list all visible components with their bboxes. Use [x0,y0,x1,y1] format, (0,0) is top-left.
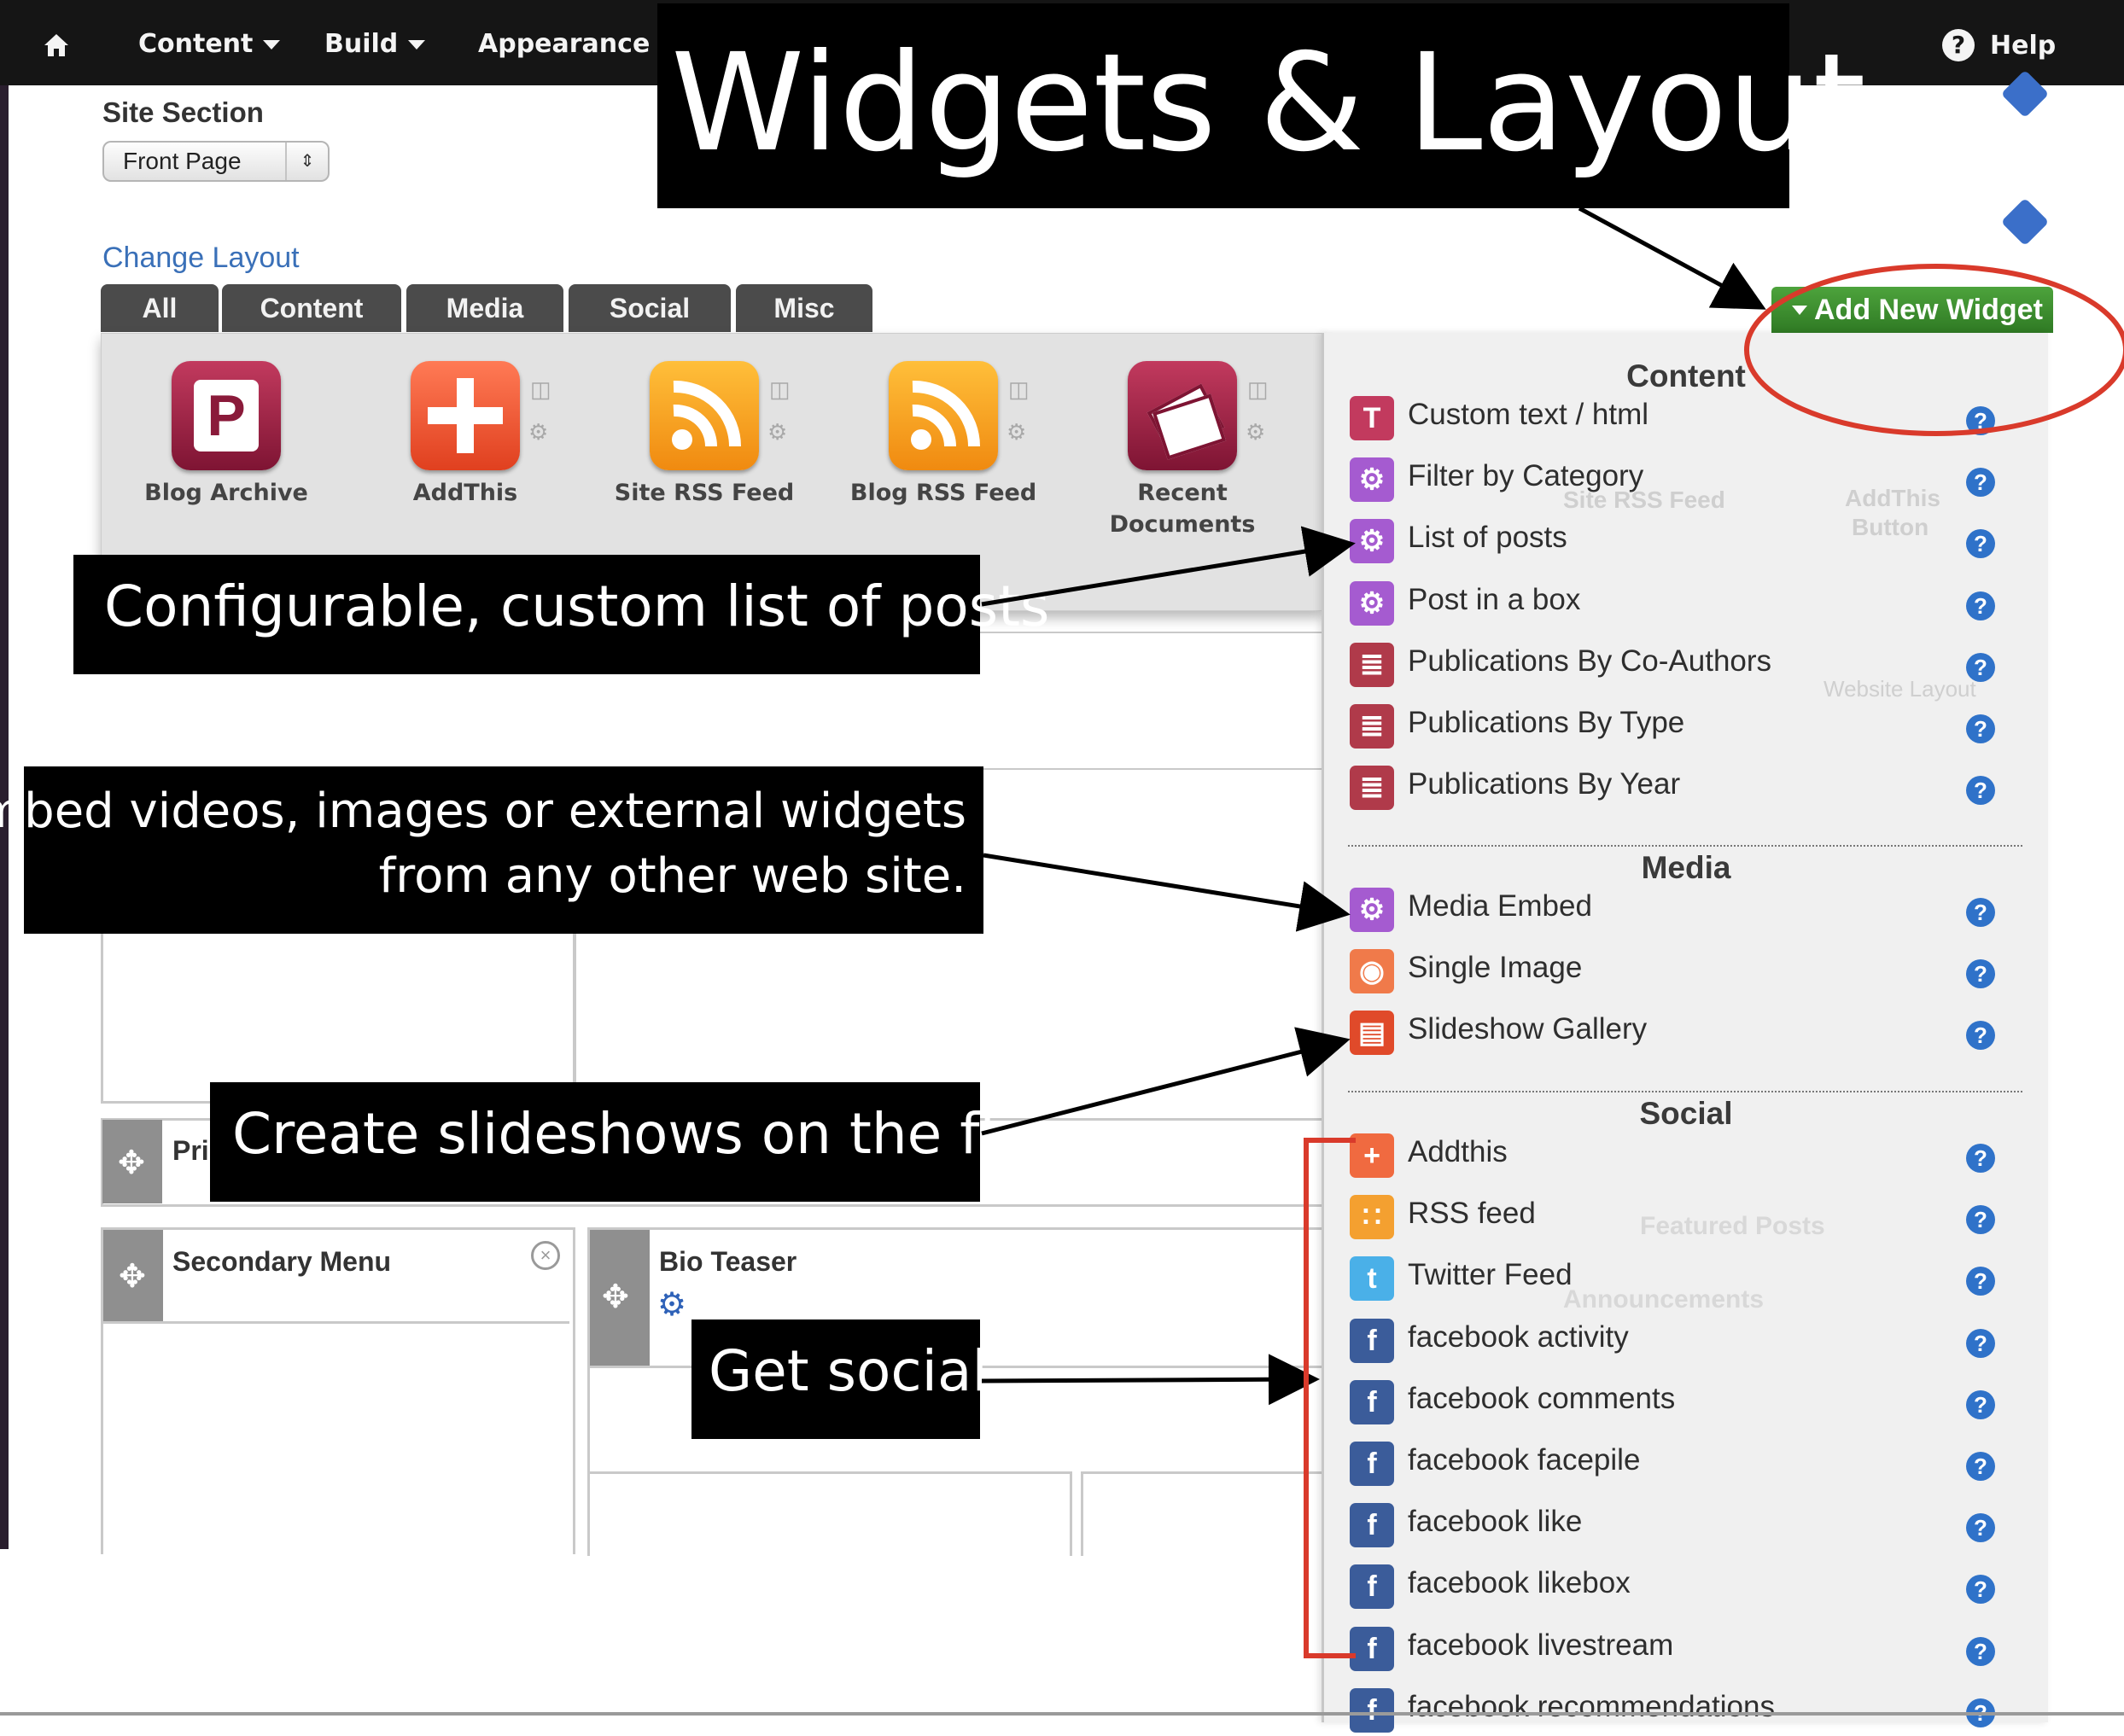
social-bracket [1304,1138,1356,1658]
arrow-to-slideshow-gallery [981,1027,1351,1136]
add-widget-highlight-circle [1744,264,2124,436]
arrow-to-media-embed [983,853,1351,932]
annotation-overlay [981,206,2124,1658]
arrow-to-add-widget [1578,206,1766,310]
arrow-to-list-of-posts [981,526,1356,607]
arrow-to-social-section [981,1354,1320,1406]
window-bottom-edge [0,1712,2124,1716]
